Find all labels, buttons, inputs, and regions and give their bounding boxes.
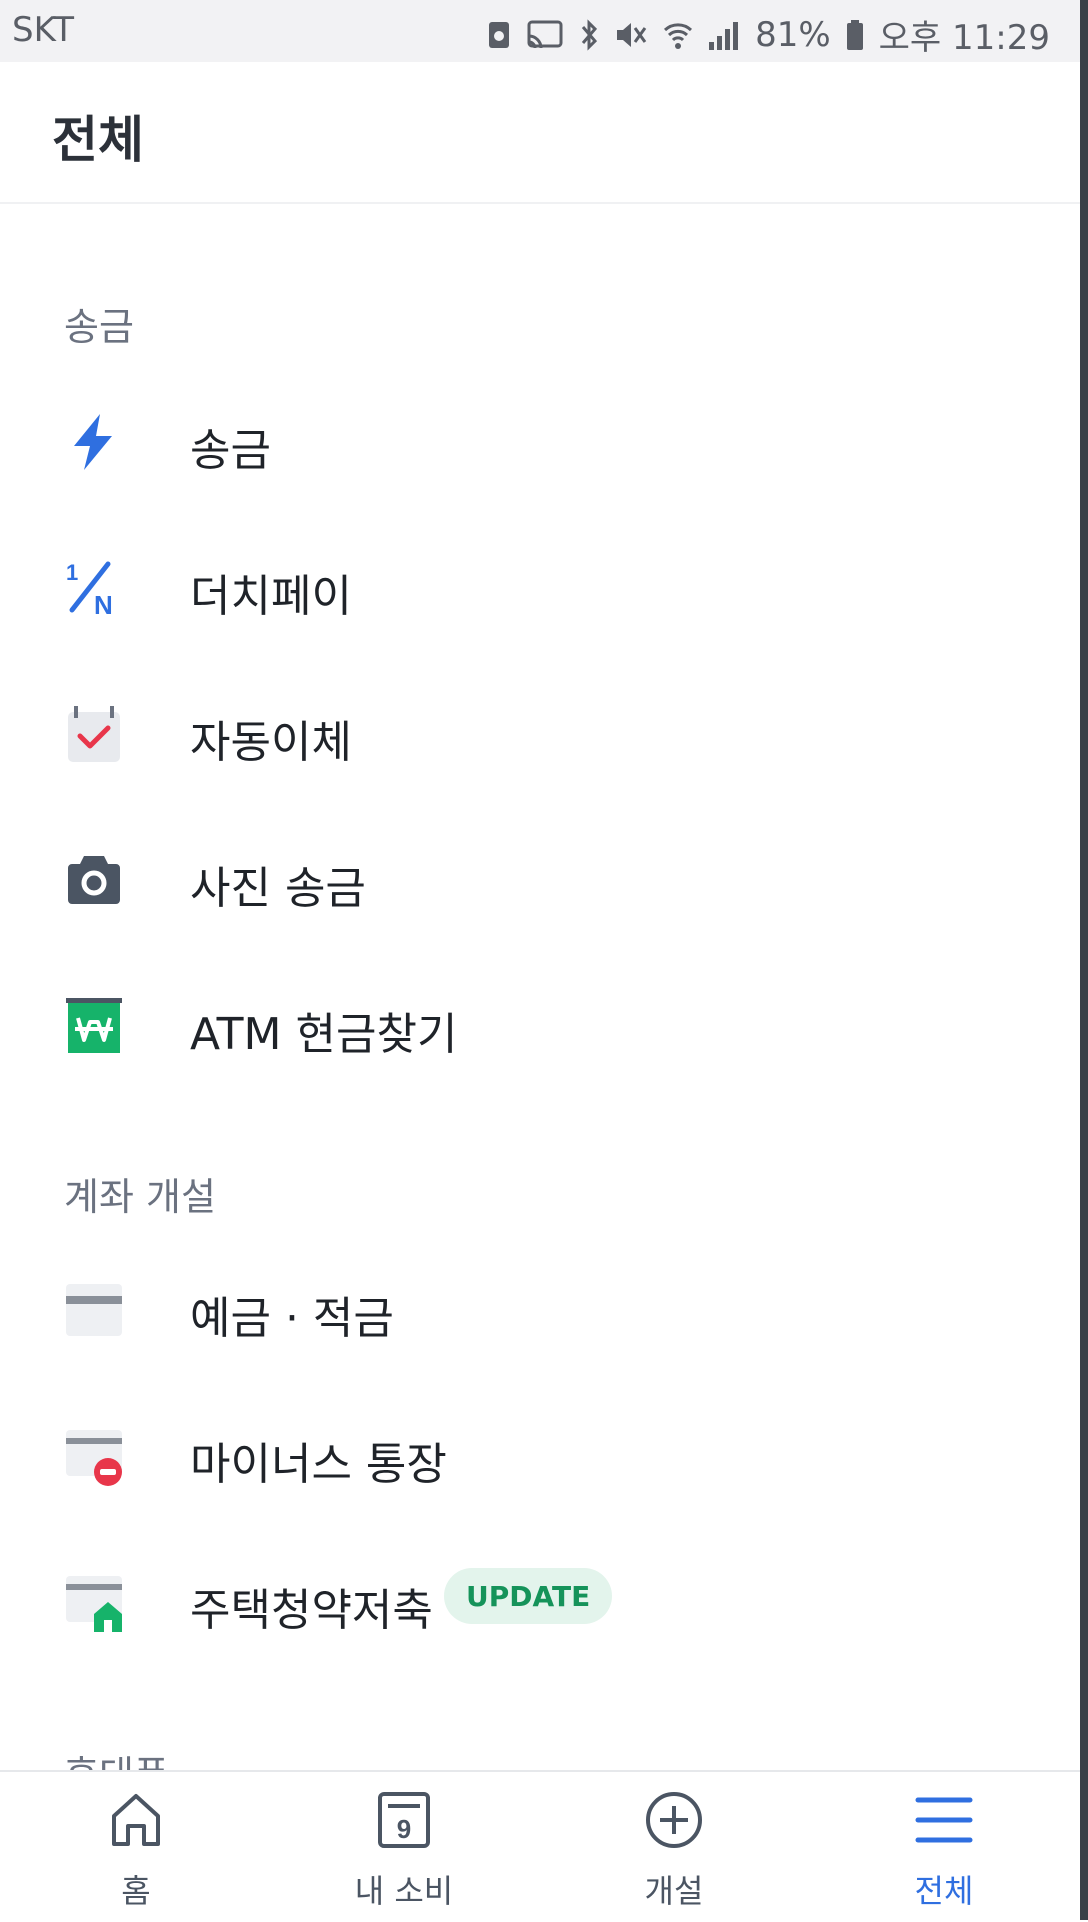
menu-item-label: 자동이체 (190, 717, 352, 768)
menu-item-transfer[interactable]: 송금 (0, 382, 1080, 502)
carrier-name: SKT (12, 10, 75, 50)
menu-item-dutch-pay[interactable]: 1 N 더치페이 (0, 528, 1080, 648)
menu-item-label: 마이너스 통장 (190, 1439, 447, 1490)
svg-text:N: N (94, 590, 113, 618)
svg-text:9: 9 (397, 1814, 411, 1844)
menu-item-label: ATM 현금찾기 (190, 1009, 458, 1060)
nav-my-spending[interactable]: 9 내 소비 (334, 1772, 474, 1922)
battery-icon (846, 19, 863, 50)
card-house-icon (66, 1576, 122, 1632)
menu-item-atm-cash[interactable]: ATM 현금찾기 (0, 966, 1080, 1086)
menu-item-deposit-savings[interactable]: 예금 · 적금 (0, 1250, 1080, 1370)
svg-text:1: 1 (66, 560, 78, 585)
menu-item-label: 더치페이 (190, 571, 352, 622)
mute-icon (617, 22, 647, 47)
sim-icon (489, 21, 510, 48)
menu-item-minus-account[interactable]: 마이너스 통장 (0, 1396, 1080, 1516)
menu-item-label: 주택청약저축 (190, 1585, 433, 1636)
wifi-icon (664, 22, 693, 49)
menu-item-label: 송금 (190, 425, 271, 476)
nav-all[interactable]: 전체 (874, 1772, 1014, 1922)
clock: 오후 11:29 (878, 18, 1050, 58)
nav-label: 내 소비 (354, 1872, 454, 1910)
lightning-icon (74, 414, 112, 470)
calendar-nine-icon: 9 (378, 1792, 430, 1848)
won-atm-icon (66, 998, 122, 1053)
plus-circle-icon (646, 1792, 702, 1848)
camera-icon (68, 856, 120, 904)
menu-item-label: 사진 송금 (190, 863, 366, 914)
signal-icon (709, 21, 739, 50)
menu-item-housing-subscription[interactable]: 주택청약저축 UPDATE (0, 1542, 1080, 1662)
status-bar: SKT 81% 오후 11:29 (0, 0, 1080, 62)
section-title-account-opening: 계좌 개설 (64, 1175, 216, 1219)
bottom-navigation: 홈 9 내 소비 개설 전체 (0, 1770, 1080, 1922)
bluetooth-icon (581, 18, 598, 51)
nav-label: 전체 (914, 1872, 974, 1910)
calendar-check-icon (68, 706, 120, 762)
page-title: 전체 (52, 111, 144, 169)
nav-open-account[interactable]: 개설 (604, 1772, 744, 1922)
card-icon (66, 1284, 122, 1336)
menu-item-photo-transfer[interactable]: 사진 송금 (0, 820, 1080, 940)
one-over-n-icon: 1 N (66, 560, 113, 618)
home-icon (112, 1794, 160, 1846)
menu-icon (915, 1797, 973, 1843)
status-icons: 81% 오후 11:29 (487, 10, 1050, 59)
battery-percent: 81% (755, 14, 831, 55)
page-header: 전체 (0, 62, 1080, 204)
screen-edge (1080, 0, 1088, 1920)
cast-icon (527, 20, 563, 48)
menu-item-auto-transfer[interactable]: 자동이체 (0, 674, 1080, 794)
menu-item-label: 예금 · 적금 (190, 1293, 394, 1344)
nav-home[interactable]: 홈 (66, 1772, 206, 1922)
update-badge: UPDATE (444, 1568, 613, 1624)
section-title-transfer: 송금 (64, 305, 134, 349)
nav-label: 홈 (121, 1872, 151, 1910)
card-minus-icon (66, 1430, 122, 1486)
nav-label: 개설 (644, 1872, 704, 1910)
